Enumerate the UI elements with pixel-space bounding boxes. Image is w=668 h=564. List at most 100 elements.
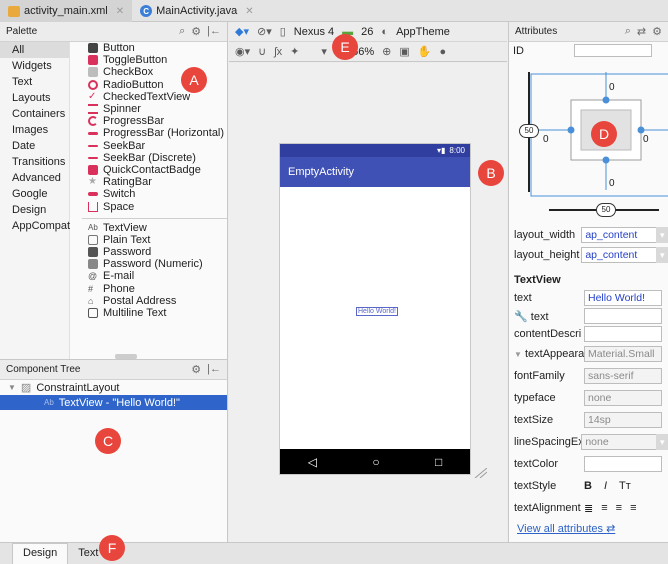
category-containers[interactable]: Containers: [0, 106, 69, 122]
line-spacing-field[interactable]: none: [581, 434, 657, 450]
widget-checked-text-view[interactable]: ✓ CheckedTextView: [74, 91, 227, 103]
align-start-icon[interactable]: ≣: [584, 502, 593, 515]
category-appcompat[interactable]: AppCompat: [0, 218, 70, 234]
tree-node-text-view[interactable]: Ab TextView - "Hello World!": [0, 395, 227, 410]
horizontal-bias-value[interactable]: 50: [596, 203, 616, 217]
widget-password-numeric[interactable]: Password (Numeric): [74, 258, 227, 270]
api-selector[interactable]: 26: [361, 26, 373, 38]
id-field[interactable]: [574, 44, 652, 57]
widget-space[interactable]: Space: [74, 200, 227, 213]
vertical-bias-value[interactable]: 50: [519, 124, 539, 138]
typeface-field[interactable]: none: [584, 390, 662, 406]
italic-icon[interactable]: I: [604, 480, 607, 492]
attr-label: fontFamily: [514, 370, 565, 382]
text-color-field[interactable]: [584, 456, 662, 472]
close-icon[interactable]: ✕: [116, 6, 124, 17]
gear-icon[interactable]: ⚙: [191, 363, 201, 376]
widget-email[interactable]: @ E-mail: [74, 270, 227, 282]
widget-progress-bar[interactable]: ProgressBar: [74, 115, 227, 127]
widget-progress-bar-horizontal[interactable]: ProgressBar (Horizontal): [74, 127, 227, 139]
zoom-in-icon[interactable]: ⊕: [382, 45, 391, 58]
margin-top-value[interactable]: 0: [609, 82, 615, 93]
text-size-field[interactable]: 14sp: [584, 412, 662, 428]
category-text[interactable]: Text: [0, 74, 69, 90]
category-date[interactable]: Date: [0, 138, 69, 154]
collapse-arrow-icon[interactable]: ▼: [8, 383, 16, 392]
layers-icon[interactable]: ◆▾: [235, 25, 249, 38]
text-appearance-field[interactable]: Material.Small: [584, 346, 662, 362]
all-caps-icon[interactable]: Tт: [619, 480, 631, 492]
align-left-icon[interactable]: ≡: [601, 502, 607, 514]
pan-icon[interactable]: ✋: [418, 45, 432, 58]
category-advanced[interactable]: Advanced: [0, 170, 69, 186]
align-right-icon[interactable]: ≡: [630, 502, 636, 514]
widget-switch[interactable]: Switch: [74, 188, 227, 200]
widget-password[interactable]: Password: [74, 246, 227, 258]
category-images[interactable]: Images: [0, 122, 69, 138]
widget-plain-text[interactable]: Plain Text: [74, 234, 227, 246]
device-icon[interactable]: ▯: [280, 25, 286, 38]
warning-icon[interactable]: ●: [439, 46, 446, 58]
widget-postal-address[interactable]: ⌂ Postal Address: [74, 295, 227, 307]
dropdown-icon[interactable]: ▾: [655, 434, 668, 450]
swap-icon[interactable]: ⇄: [637, 25, 646, 38]
text-field[interactable]: Hello World!: [584, 290, 662, 306]
dropdown-icon[interactable]: ▾: [655, 247, 668, 263]
content-description-field[interactable]: [584, 326, 662, 342]
hello-world-text-view[interactable]: Hello World!: [356, 307, 398, 316]
device-selector[interactable]: Nexus 4: [294, 26, 334, 38]
expand-arrow-icon[interactable]: ▼: [514, 350, 522, 359]
category-layouts[interactable]: Layouts: [0, 90, 69, 106]
device-preview[interactable]: ▾▮ 8:00 EmptyActivity Hello World! ◁ ○ □: [280, 144, 470, 474]
margin-left-value[interactable]: 0: [543, 134, 549, 145]
category-google[interactable]: Google: [0, 186, 69, 202]
tools-text-field[interactable]: [584, 308, 662, 324]
widget-phone[interactable]: # Phone: [74, 283, 227, 295]
hide-panel-icon[interactable]: |←: [207, 25, 221, 38]
margin-icon[interactable]: ▾: [321, 45, 327, 58]
widget-seekbar-discrete[interactable]: SeekBar (Discrete): [74, 152, 227, 164]
gear-icon[interactable]: ⚙: [652, 25, 662, 38]
clear-constraints-icon[interactable]: ʃx: [274, 46, 282, 58]
infer-constraints-icon[interactable]: ✦: [290, 45, 299, 58]
view-all-attributes-link[interactable]: View all attributes ⇄: [517, 522, 615, 535]
fit-screen-icon[interactable]: ▣: [399, 45, 409, 58]
constraint-widget[interactable]: 0 0 0 0 50 50: [509, 62, 668, 222]
margin-right-value[interactable]: 0: [643, 134, 649, 145]
resize-handle-icon[interactable]: [473, 468, 487, 478]
attr-label-text: textAppeara: [524, 348, 584, 360]
widget-toggle-button[interactable]: ToggleButton: [74, 54, 227, 66]
category-widgets[interactable]: Widgets: [0, 58, 69, 74]
design-canvas[interactable]: ▾▮ 8:00 EmptyActivity Hello World! ◁ ○ □: [229, 63, 507, 542]
widget-rating-bar[interactable]: ★ RatingBar: [74, 176, 227, 188]
tree-node-constraint-layout[interactable]: ▼ ▨ ConstraintLayout: [0, 380, 227, 395]
widget-button[interactable]: Button: [74, 42, 227, 54]
magnet-icon[interactable]: ∪: [258, 45, 266, 58]
bold-icon[interactable]: B: [584, 480, 592, 492]
close-icon[interactable]: ✕: [245, 6, 253, 17]
widget-text-view[interactable]: Ab TextView: [74, 222, 227, 234]
search-icon[interactable]: ⌕: [179, 25, 185, 38]
widget-spinner[interactable]: Spinner: [74, 103, 227, 115]
search-icon[interactable]: ⌕: [625, 25, 631, 38]
widget-seekbar[interactable]: SeekBar: [74, 140, 227, 152]
tab-main-activity-java[interactable]: C MainActivity.java ✕: [132, 0, 262, 22]
margin-bottom-value[interactable]: 0: [609, 178, 615, 189]
widget-multiline-text[interactable]: Multiline Text: [74, 307, 227, 319]
orientation-icon[interactable]: ⊘▾: [257, 25, 272, 38]
category-transitions[interactable]: Transitions: [0, 154, 69, 170]
gear-icon[interactable]: ⚙: [191, 25, 201, 38]
tab-activity-main-xml[interactable]: activity_main.xml ✕: [0, 0, 133, 22]
widget-quick-contact-badge[interactable]: QuickContactBadge: [74, 164, 227, 176]
category-all[interactable]: All: [0, 42, 69, 58]
layout-width-field[interactable]: ap_content: [581, 227, 657, 243]
theme-selector[interactable]: AppTheme: [396, 26, 450, 38]
layout-height-field[interactable]: ap_content: [581, 247, 657, 263]
align-center-icon[interactable]: ≡: [616, 502, 622, 514]
category-design[interactable]: Design: [0, 202, 69, 218]
font-family-field[interactable]: sans-serif: [584, 368, 662, 384]
dropdown-icon[interactable]: ▾: [655, 227, 668, 243]
hide-panel-icon[interactable]: |←: [207, 363, 221, 376]
tab-design[interactable]: Design: [12, 543, 69, 564]
eye-icon[interactable]: ◉▾: [235, 45, 250, 58]
